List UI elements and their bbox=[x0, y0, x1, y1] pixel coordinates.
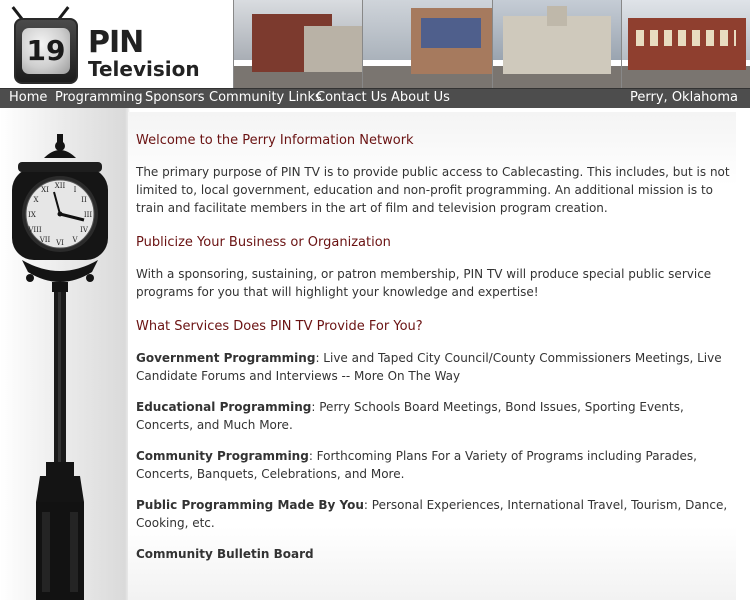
tv-screen: 19 bbox=[22, 28, 70, 74]
service-label: Community Programming bbox=[136, 449, 309, 463]
welcome-heading: Welcome to the Perry Information Network bbox=[136, 133, 414, 148]
svg-text:V: V bbox=[71, 236, 78, 244]
svg-text:X: X bbox=[34, 196, 39, 204]
brand-subtitle: Television bbox=[88, 57, 200, 81]
photo-theater-building bbox=[620, 0, 750, 88]
service-label: Government Programming bbox=[136, 351, 316, 365]
photo-courthouse bbox=[491, 0, 621, 88]
svg-text:III: III bbox=[84, 211, 93, 219]
svg-text:IX: IX bbox=[28, 211, 36, 219]
nav-programming[interactable]: Programming bbox=[55, 90, 143, 105]
publicize-paragraph: With a sponsoring, sustaining, or patron… bbox=[136, 267, 712, 299]
nav-about-us[interactable]: About Us bbox=[391, 90, 450, 105]
channel-number: 19 bbox=[26, 34, 66, 67]
service-item-community: Community Programming: Forthcoming Plans… bbox=[136, 447, 736, 483]
nav-contact-us[interactable]: Contact Us bbox=[316, 90, 387, 105]
svg-text:VI: VI bbox=[55, 239, 64, 247]
svg-text:IV: IV bbox=[80, 226, 89, 234]
service-label: Public Programming Made By You bbox=[136, 498, 364, 512]
welcome-paragraph: The primary purpose of PIN TV is to prov… bbox=[136, 165, 730, 215]
community-bulletin-board-link[interactable]: Community Bulletin Board bbox=[136, 545, 736, 563]
nav-sponsors[interactable]: Sponsors bbox=[145, 90, 205, 105]
service-item-educational: Educational Programming: Perry Schools B… bbox=[136, 398, 736, 434]
svg-text:I: I bbox=[74, 186, 77, 194]
service-label: Educational Programming bbox=[136, 400, 312, 414]
service-item-public: Public Programming Made By You: Personal… bbox=[136, 496, 736, 532]
services-heading: What Services Does PIN TV Provide For Yo… bbox=[136, 319, 423, 334]
photo-mural-building bbox=[362, 0, 492, 88]
location-label: Perry, Oklahoma bbox=[630, 90, 738, 105]
service-item-government: Government Programming: Live and Taped C… bbox=[136, 349, 736, 385]
header-photo-strip bbox=[233, 0, 750, 88]
pin-tv-logo[interactable]: 19 PIN Television bbox=[0, 0, 232, 88]
tv-icon: 19 bbox=[14, 18, 78, 84]
street-clock-image: XII III VI IX I II IV V VII VIII X XI bbox=[12, 134, 108, 600]
photo-brick-building bbox=[233, 0, 363, 88]
nav-home[interactable]: Home bbox=[9, 90, 47, 105]
main-nav: Home Programming Sponsors Community Link… bbox=[0, 88, 750, 108]
svg-text:VII: VII bbox=[39, 236, 51, 244]
svg-text:II: II bbox=[81, 196, 87, 204]
publicize-heading: Publicize Your Business or Organization bbox=[136, 235, 391, 250]
svg-text:XII: XII bbox=[55, 182, 66, 190]
brand-name: PIN bbox=[88, 25, 144, 60]
svg-text:XI: XI bbox=[41, 186, 49, 194]
nav-community-links[interactable]: Community Links bbox=[209, 90, 322, 105]
svg-text:VIII: VIII bbox=[27, 226, 42, 234]
header: 19 PIN Television bbox=[0, 0, 750, 88]
